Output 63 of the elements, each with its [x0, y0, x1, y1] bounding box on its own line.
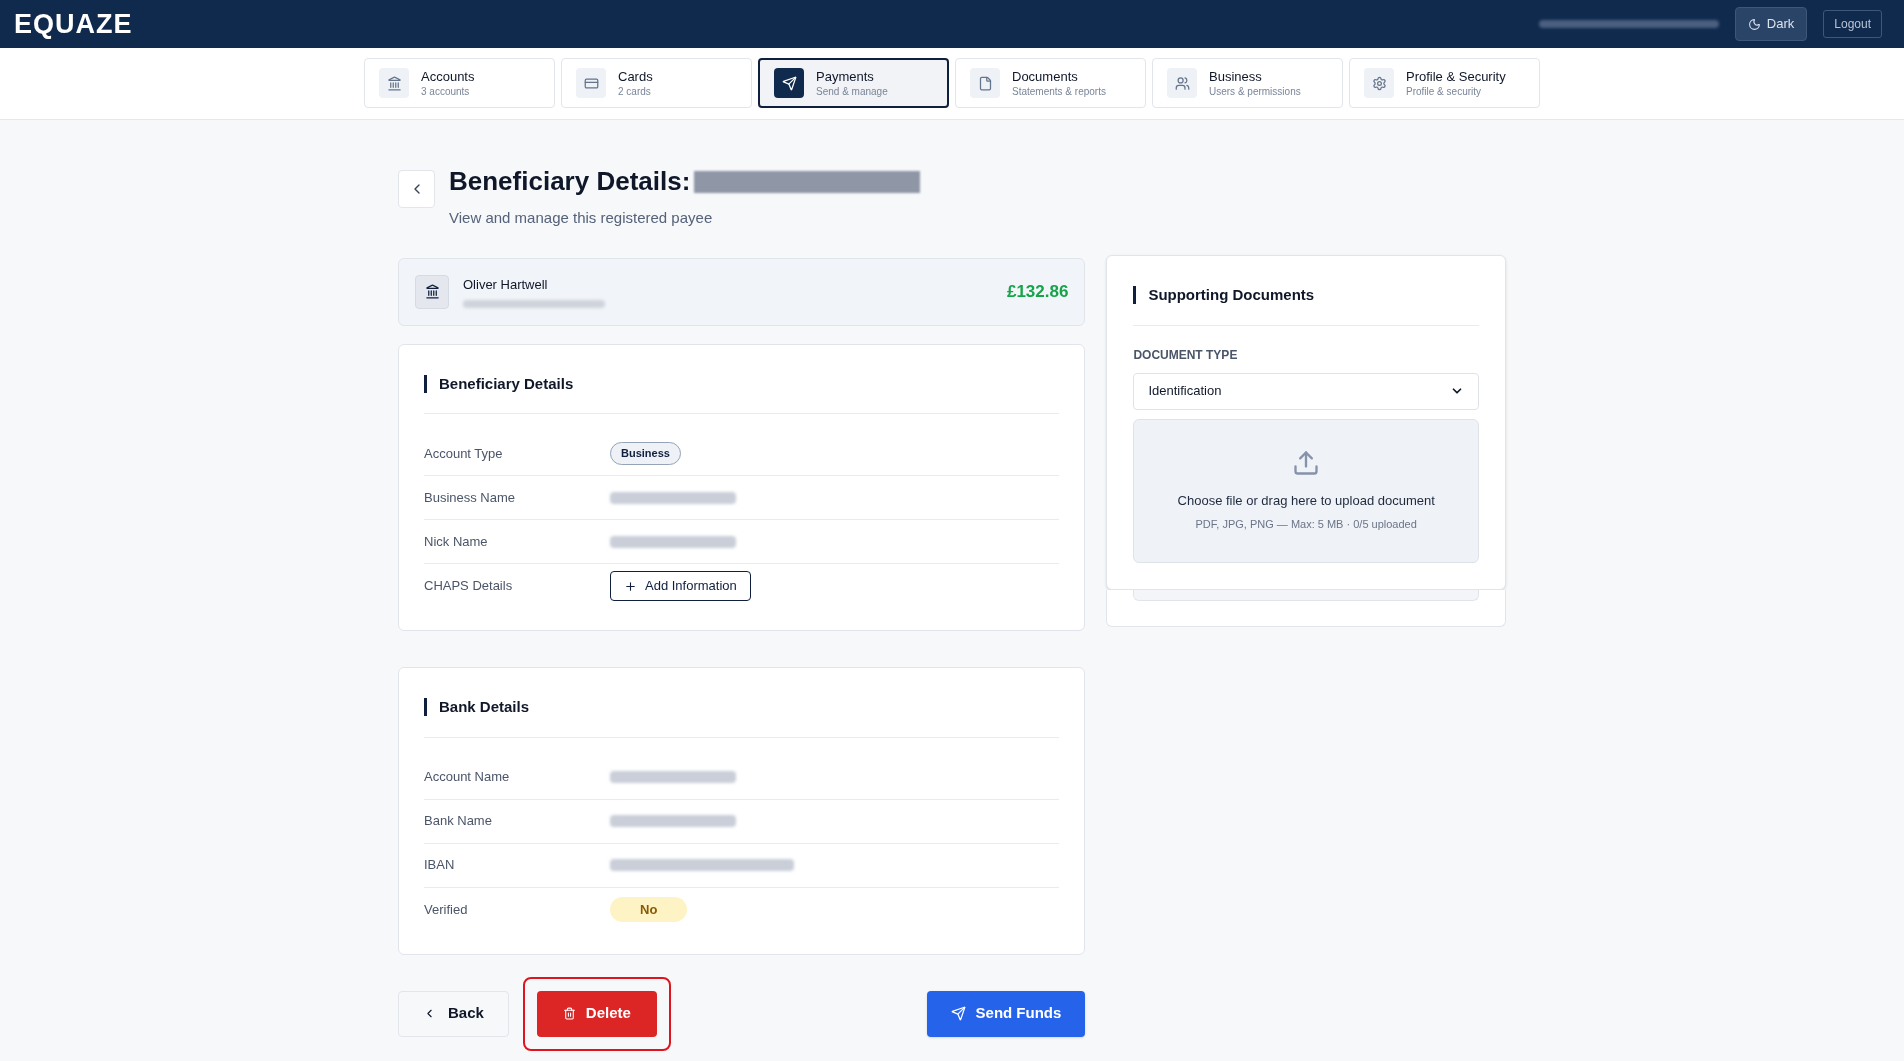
nav-tab[interactable]: Business Users & permissions	[1152, 58, 1343, 108]
upload-hint: PDF, JPG, PNG — Max: 5 MB · 0/5 uploaded	[1195, 517, 1417, 532]
tab-subtitle: Send & manage	[816, 84, 888, 98]
nav-tab[interactable]: Cards 2 cards	[561, 58, 752, 108]
theme-button[interactable]: Dark	[1734, 7, 1808, 41]
nav-tab[interactable]: Payments Send & manage	[758, 58, 949, 108]
tab-subtitle: Users & permissions	[1209, 84, 1301, 98]
tab-icon	[1174, 75, 1190, 91]
tab-icon	[977, 75, 993, 91]
trash-icon	[562, 1007, 576, 1020]
section-title: Beneficiary Details	[439, 373, 574, 394]
field-label: Account Name	[424, 768, 511, 787]
section-title: Bank Details	[439, 697, 530, 717]
logout-button[interactable]: Logout	[1823, 10, 1882, 38]
tab-subtitle: 2 cards	[618, 84, 652, 98]
balance-amount: £132.86	[1006, 280, 1069, 303]
nav-tab[interactable]: Documents Statements & reports	[955, 58, 1146, 108]
tab-subtitle: Profile & security	[1406, 84, 1483, 98]
upload-text: Choose file or drag here to upload document	[1177, 491, 1435, 510]
field-label: DOCUMENT TYPE	[1133, 346, 1239, 364]
field-label: Verified	[424, 900, 469, 919]
heading-accent	[424, 374, 427, 393]
tab-icon	[386, 75, 402, 91]
nav-tab[interactable]: Accounts 3 accounts	[364, 58, 555, 108]
moon-icon	[1747, 17, 1761, 31]
field-label: Bank Name	[424, 812, 493, 831]
logo: EQUAZE	[14, 7, 133, 41]
field-label: CHAPS Details	[424, 577, 514, 596]
tab-icon	[1371, 75, 1387, 91]
tab-icon	[781, 75, 797, 91]
bank-icon	[424, 284, 440, 299]
tab-title: Cards	[618, 68, 653, 85]
delete-button[interactable]: Delete	[536, 990, 657, 1037]
heading-accent	[424, 698, 427, 717]
tab-title: Documents	[1012, 68, 1079, 85]
field-label: Business Name	[424, 488, 517, 507]
beneficiary-name: Oliver Hartwell	[463, 275, 549, 294]
tab-title: Accounts	[421, 68, 475, 85]
nav-tab[interactable]: Profile & Security Profile & security	[1349, 58, 1540, 108]
send-funds-button[interactable]: Send Funds	[926, 990, 1086, 1037]
field-label: IBAN	[424, 856, 456, 875]
back-button[interactable]: Back	[398, 990, 509, 1037]
tab-subtitle: Statements & reports	[1012, 84, 1106, 98]
section-title: Supporting Documents	[1148, 285, 1315, 305]
back-icon-button[interactable]	[398, 170, 435, 208]
page-subtitle: View and manage this registered payee	[449, 208, 714, 228]
tab-title: Profile & Security	[1406, 68, 1506, 85]
plus-icon	[624, 579, 637, 593]
heading-accent	[1133, 286, 1137, 305]
tab-title: Payments	[816, 68, 875, 85]
add-information-button[interactable]: Add Information	[610, 571, 751, 601]
document-type-select[interactable]: Identification	[1133, 372, 1479, 410]
upload-icon	[1292, 448, 1321, 477]
tab-subtitle: 3 accounts	[421, 84, 471, 98]
account-type-badge: Business	[610, 442, 681, 465]
upload-dropzone[interactable]: Choose file or drag here to upload document PDF, JPG, PNG — Max: 5 MB · 0/5 uploaded	[1133, 418, 1479, 563]
field-label: Account Type	[424, 444, 504, 463]
send-icon	[950, 1006, 966, 1021]
field-label: Nick Name	[424, 532, 489, 551]
status-badge: No	[610, 896, 688, 923]
tab-icon	[583, 75, 599, 91]
tab-title: Business	[1209, 68, 1263, 85]
page-title: Beneficiary Details:	[449, 165, 691, 198]
